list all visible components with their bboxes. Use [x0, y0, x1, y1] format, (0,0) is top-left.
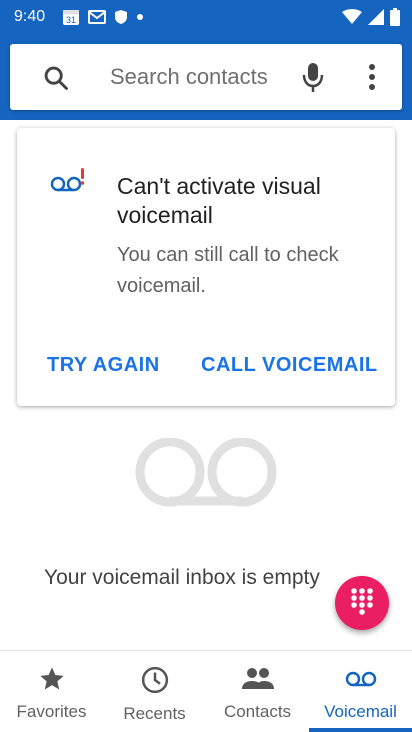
- clock-icon: [140, 665, 170, 700]
- status-time: 9:40: [14, 8, 46, 25]
- shield-icon: [114, 9, 128, 25]
- dialpad-icon: [350, 587, 374, 620]
- calendar-icon: 31: [62, 8, 80, 26]
- dialpad-button[interactable]: [335, 576, 389, 630]
- tab-favorites[interactable]: Favorites: [0, 651, 103, 732]
- active-tab-indicator: [309, 728, 412, 732]
- search-icon[interactable]: [42, 64, 70, 97]
- tab-recents[interactable]: Recents: [103, 651, 206, 732]
- voicemail-error-card: Can't activate visual voicemail You can …: [17, 128, 395, 406]
- voicemail-icon: [344, 665, 378, 698]
- dot-icon: [136, 13, 144, 21]
- people-icon: [241, 665, 275, 698]
- voicemail-error-description: You can still call to check voicemail.: [117, 244, 339, 297]
- status-bar: 9:40 31: [0, 0, 412, 36]
- voicemail-content: Can't activate visual voicemail You can …: [0, 120, 412, 650]
- mic-icon[interactable]: [300, 60, 326, 99]
- gmail-icon: [88, 9, 106, 25]
- call-voicemail-button[interactable]: CALL VOICEMAIL: [201, 354, 378, 377]
- search-bar: [10, 44, 402, 110]
- try-again-button[interactable]: TRY AGAIN: [47, 354, 160, 377]
- notification-icons: 31: [62, 8, 144, 26]
- tab-voicemail-label: Voicemail: [324, 702, 397, 721]
- voicemail-empty-icon: [130, 437, 282, 515]
- battery-icon: [390, 8, 400, 26]
- tab-contacts-label: Contacts: [223, 702, 292, 721]
- search-input[interactable]: [110, 61, 280, 93]
- voicemail-error-title: Can't activate visual voicemail: [117, 173, 321, 228]
- system-icons: [342, 8, 400, 26]
- tab-voicemail[interactable]: Voicemail: [309, 651, 412, 732]
- signal-icon: [368, 9, 384, 25]
- more-options-icon[interactable]: [366, 60, 378, 99]
- voicemail-alert-icon: [49, 166, 89, 201]
- star-icon: [38, 665, 66, 698]
- tab-contacts[interactable]: Contacts: [206, 651, 309, 732]
- wifi-icon: [342, 9, 362, 25]
- tab-favorites-label: Favorites: [16, 702, 87, 721]
- svg-text:31: 31: [66, 15, 76, 25]
- empty-voicemail-message: Your voicemail inbox is empty: [44, 566, 320, 589]
- bottom-navigation: Favorites Recents Contacts Voicemail: [0, 650, 412, 732]
- tab-recents-label: Recents: [123, 704, 186, 723]
